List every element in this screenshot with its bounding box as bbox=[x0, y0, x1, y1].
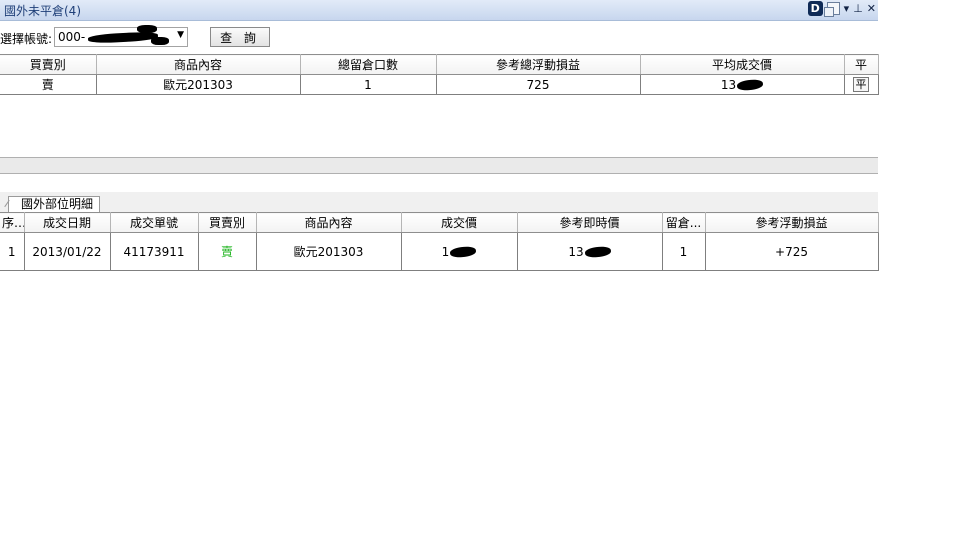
cell-close: 平 bbox=[844, 74, 879, 95]
redaction-mark bbox=[137, 25, 157, 33]
redaction-mark bbox=[736, 78, 764, 92]
foreign-open-positions-panel: 國外未平倉(4) D ▾ ⊥ ✕ 選擇帳號: 000- ▼ 查 詢 買賣別 商品… bbox=[0, 0, 879, 540]
column-header-product[interactable]: 商品內容 bbox=[256, 212, 402, 233]
cell-date: 2013/01/22 bbox=[24, 232, 111, 271]
column-header-date[interactable]: 成交日期 bbox=[24, 212, 111, 233]
panel-splitter[interactable] bbox=[0, 157, 878, 174]
column-header-product[interactable]: 商品內容 bbox=[96, 54, 301, 75]
restore-icon[interactable] bbox=[823, 2, 840, 17]
cell-trade-price: 1 bbox=[401, 232, 518, 271]
cell-open-qty: 1 bbox=[662, 232, 706, 271]
table-row[interactable]: 1 2013/01/22 41173911 賣 歐元201303 1 13 1 … bbox=[0, 232, 879, 271]
window-title: 國外未平倉(4) bbox=[4, 4, 81, 18]
menu-arrow-icon[interactable]: ▾ bbox=[844, 2, 850, 15]
cell-side: 賣 bbox=[198, 232, 257, 271]
column-header-order-no[interactable]: 成交單號 bbox=[110, 212, 199, 233]
title-bar: 國外未平倉(4) D ▾ ⊥ ✕ bbox=[0, 0, 878, 21]
cell-open-qty: 1 bbox=[300, 74, 437, 95]
tab-foreign-position-details[interactable]: 國外部位明細 bbox=[8, 196, 101, 212]
column-header-seq[interactable]: 序... bbox=[0, 212, 25, 233]
position-detail-table: 序... 成交日期 成交單號 買賣別 商品內容 成交價 參考即時價 留倉... … bbox=[0, 212, 879, 271]
cell-ref-price: 13 bbox=[517, 232, 663, 271]
cell-product: 歐元201303 bbox=[96, 74, 301, 95]
query-button[interactable]: 查 詢 bbox=[210, 27, 270, 47]
column-header-open-qty[interactable]: 總留倉口數 bbox=[300, 54, 437, 75]
column-header-close[interactable]: 平 bbox=[844, 54, 879, 75]
pin-icon[interactable]: ⊥ bbox=[853, 2, 863, 15]
cell-side: 賣 bbox=[0, 74, 97, 95]
cell-seq: 1 bbox=[0, 232, 25, 271]
column-header-float-pnl[interactable]: 參考總浮動損益 bbox=[436, 54, 641, 75]
account-select[interactable]: 000- ▼ bbox=[54, 25, 188, 47]
column-header-avg-price[interactable]: 平均成交價 bbox=[640, 54, 845, 75]
table-row[interactable]: 賣 歐元201303 1 725 13 平 bbox=[0, 74, 879, 95]
account-value: 000- bbox=[58, 30, 86, 44]
cell-product: 歐元201303 bbox=[256, 232, 402, 271]
ref-price-value: 13 bbox=[568, 244, 584, 259]
cell-avg-price: 13 bbox=[640, 74, 845, 95]
column-header-open-qty[interactable]: 留倉... bbox=[662, 212, 706, 233]
redaction-mark bbox=[87, 31, 159, 44]
positions-summary-table: 買賣別 商品內容 總留倉口數 參考總浮動損益 平均成交價 平 賣 歐元20130… bbox=[0, 54, 879, 95]
cell-order-no: 41173911 bbox=[110, 232, 199, 271]
cell-float-pnl: +725 bbox=[705, 232, 879, 271]
table-header-row: 序... 成交日期 成交單號 買賣別 商品內容 成交價 參考即時價 留倉... … bbox=[0, 212, 879, 233]
trade-price-value: 1 bbox=[441, 244, 450, 259]
redaction-mark bbox=[151, 37, 169, 45]
column-header-side[interactable]: 買賣別 bbox=[0, 54, 97, 75]
redaction-mark bbox=[584, 245, 612, 259]
column-header-side[interactable]: 買賣別 bbox=[198, 212, 257, 233]
avg-price-value: 13 bbox=[720, 77, 737, 92]
column-header-float-pnl[interactable]: 參考浮動損益 bbox=[705, 212, 879, 233]
chevron-down-icon[interactable]: ▼ bbox=[177, 30, 184, 40]
d-logo-icon[interactable]: D bbox=[807, 1, 823, 16]
close-position-button[interactable]: 平 bbox=[853, 77, 869, 92]
account-label: 選擇帳號: bbox=[0, 32, 53, 46]
table-header-row: 買賣別 商品內容 總留倉口數 參考總浮動損益 平均成交價 平 bbox=[0, 54, 879, 75]
column-header-ref-price[interactable]: 參考即時價 bbox=[517, 212, 663, 233]
title-bar-controls: D ▾ ⊥ ✕ bbox=[804, 1, 876, 17]
query-toolbar: 選擇帳號: 000- ▼ 查 詢 bbox=[0, 24, 878, 50]
cell-float-pnl: 725 bbox=[436, 74, 641, 95]
detail-tab-strip: 國外部位明細 bbox=[0, 192, 878, 212]
column-header-trade-price[interactable]: 成交價 bbox=[401, 212, 518, 233]
redaction-mark bbox=[449, 245, 477, 259]
close-icon[interactable]: ✕ bbox=[867, 2, 876, 15]
